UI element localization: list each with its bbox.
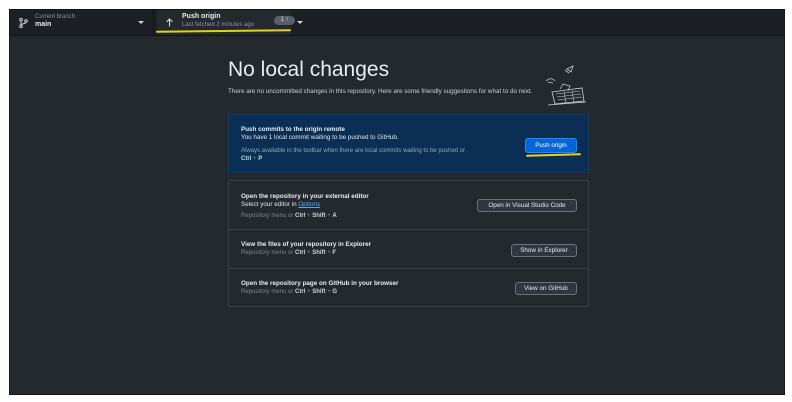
push-card-hint: Always available in the toolbar when the…: [241, 148, 466, 154]
page-title: No local changes: [228, 58, 390, 81]
view-on-github-button[interactable]: View on GitHub: [515, 282, 577, 295]
page-subtitle: There are no uncommitted changes in this…: [228, 88, 533, 95]
commits-ahead-count: 1: [280, 17, 284, 23]
push-origin-card-button[interactable]: Push origin: [525, 138, 577, 153]
push-card-shortcut: Ctrl + P: [241, 156, 263, 162]
github-card: Open the repository page on GitHub in yo…: [229, 268, 588, 306]
explorer-card-hint: Repository menu or Ctrl + Shift + F: [241, 250, 337, 256]
push-card-title: Push commits to the origin remote: [241, 126, 345, 133]
push-dropdown-button[interactable]: [291, 10, 309, 35]
editor-card-text: Select your editor in Options: [241, 201, 321, 208]
git-branch-icon: [19, 18, 28, 28]
open-in-editor-button[interactable]: Open in Visual Studio Code: [477, 199, 577, 212]
github-card-title: Open the repository page on GitHub in yo…: [241, 280, 399, 287]
empty-desk-illustration: [545, 65, 587, 106]
current-branch-button[interactable]: Current branch main: [10, 10, 154, 35]
push-commits-card: Push commits to the origin remote You ha…: [228, 114, 589, 173]
editor-card-title: Open the repository in your external edi…: [241, 193, 369, 200]
highlight-annotation: [525, 153, 582, 157]
suggestions-group: Open the repository in your external edi…: [228, 180, 589, 307]
explorer-card: View the files of your repository in Exp…: [229, 229, 588, 268]
github-desktop-window: Current branch main Push origin Last fet…: [9, 9, 785, 395]
chevron-down-icon: [138, 21, 144, 24]
current-branch-name: main: [35, 21, 52, 28]
chevron-down-icon: [297, 21, 303, 24]
editor-card-hint: Repository menu or Ctrl + Shift + A: [241, 213, 337, 219]
push-card-text: You have 1 local commit waiting to be pu…: [241, 134, 399, 141]
explorer-card-title: View the files of your repository in Exp…: [241, 241, 372, 248]
last-fetched-text: Last fetched 2 minutes ago: [182, 22, 255, 28]
current-branch-caption: Current branch: [35, 14, 76, 20]
arrow-up-icon: [166, 18, 173, 27]
toolbar: Current branch main Push origin Last fet…: [10, 10, 784, 36]
options-link[interactable]: Options: [298, 201, 320, 208]
github-card-hint: Repository menu or Ctrl + Shift + G: [241, 289, 338, 295]
show-in-explorer-button[interactable]: Show in Explorer: [511, 244, 577, 257]
push-origin-title: Push origin: [182, 13, 221, 20]
editor-card: Open the repository in your external edi…: [229, 181, 588, 229]
